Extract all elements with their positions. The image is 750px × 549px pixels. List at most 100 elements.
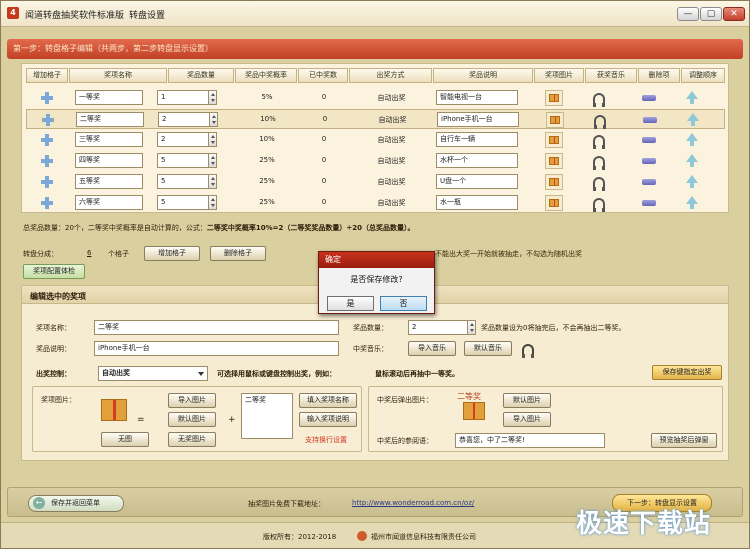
delete-row-icon[interactable] (642, 179, 656, 185)
dialog-no-button[interactable]: 否 (380, 296, 427, 311)
hotkey-button[interactable]: 保存键指定出奖 (652, 365, 722, 380)
row-qty-stepper[interactable] (209, 112, 218, 127)
row-qty-input[interactable]: 5 (157, 174, 209, 189)
move-up-icon[interactable] (687, 113, 699, 121)
import-image-button[interactable]: 导入图片 (168, 393, 216, 408)
restore-button[interactable]: ▢ (700, 7, 722, 21)
row-mode[interactable]: 自动出奖 (350, 198, 433, 208)
headphone-icon[interactable] (593, 177, 605, 191)
fill-desc-button[interactable]: 输入奖项说明 (299, 412, 357, 427)
row-qty-input[interactable]: 5 (157, 195, 209, 210)
add-row-plus-icon[interactable] (41, 176, 53, 188)
default-music-button[interactable]: 默认音乐 (464, 341, 512, 356)
table-row[interactable]: 一等奖 1 5% 0 自动出奖 智能电视一台 (26, 88, 725, 108)
close-button[interactable]: ✕ (723, 7, 745, 21)
add-row-plus-icon[interactable] (41, 134, 53, 146)
delete-row-icon[interactable] (642, 137, 656, 143)
move-up-icon[interactable] (686, 91, 698, 99)
no-prize-image-button[interactable]: 无奖图片 (168, 432, 216, 447)
row-qty-stepper[interactable] (208, 153, 217, 168)
move-up-icon[interactable] (686, 133, 698, 141)
row-name-input[interactable]: 四等奖 (75, 153, 143, 168)
row-desc-input[interactable]: 水杯一个 (436, 153, 518, 168)
qty-input[interactable]: 2 (408, 320, 468, 335)
row-qty-stepper[interactable] (208, 90, 217, 105)
delete-row-icon[interactable] (642, 200, 656, 206)
row-prize-image[interactable] (545, 132, 563, 148)
dialog-message: 是否保存修改? (350, 275, 403, 284)
row-prize-image[interactable] (545, 195, 563, 211)
menu-wheel-settings[interactable]: 转盘设置 (129, 8, 165, 21)
row-name-input[interactable]: 二等奖 (76, 112, 144, 127)
row-qty-stepper[interactable] (208, 195, 217, 210)
row-mode[interactable]: 自动出奖 (350, 93, 433, 103)
row-desc-input[interactable]: 智能电视一台 (436, 90, 518, 105)
headphone-icon[interactable] (593, 156, 605, 170)
table-row[interactable]: 四等奖 5 25% 0 自动出奖 水杯一个 (26, 151, 725, 171)
row-prize-image[interactable] (545, 90, 563, 106)
wheel-split-count[interactable]: 6 (87, 249, 91, 257)
row-desc-input[interactable]: iPhone手机一台 (437, 112, 519, 127)
table-row[interactable]: 三等奖 2 10% 0 自动出奖 自行车一辆 (26, 130, 725, 150)
delete-cell-button[interactable]: 删除格子 (210, 246, 266, 261)
minimize-button[interactable]: — (677, 7, 699, 21)
no-image-button[interactable]: 无图 (101, 432, 149, 447)
row-desc-input[interactable]: U盘一个 (436, 174, 518, 189)
reply-input[interactable]: 恭喜您，中了二等奖! (455, 433, 605, 448)
row-name-input[interactable]: 六等奖 (75, 195, 143, 210)
control-select[interactable]: 自动出奖 (98, 366, 208, 381)
headphone-icon[interactable] (593, 198, 605, 212)
qty-stepper[interactable] (467, 320, 476, 335)
row-desc-input[interactable]: 自行车一辆 (436, 132, 518, 147)
desc-input[interactable]: iPhone手机一台 (94, 341, 339, 356)
row-qty-stepper[interactable] (208, 132, 217, 147)
row-qty-input[interactable]: 2 (158, 112, 210, 127)
move-up-icon[interactable] (686, 154, 698, 162)
chevron-down-icon[interactable] (198, 372, 204, 376)
row-name-input[interactable]: 一等奖 (75, 90, 143, 105)
table-row[interactable]: 六等奖 5 25% 0 自动出奖 水一瓶 (26, 193, 725, 213)
row-qty-input[interactable]: 2 (157, 132, 209, 147)
save-back-button[interactable]: ← 保存并返回菜单 (28, 495, 124, 512)
dialog-yes-button[interactable]: 是 (327, 296, 374, 311)
row-desc-input[interactable]: 水一瓶 (436, 195, 518, 210)
add-row-plus-icon[interactable] (41, 155, 53, 167)
fill-name-button[interactable]: 填入奖项名称 (299, 393, 357, 408)
delete-row-icon[interactable] (643, 117, 657, 123)
row-qty-input[interactable]: 5 (157, 153, 209, 168)
import-music-button[interactable]: 导入音乐 (408, 341, 456, 356)
popup-import-button[interactable]: 导入图片 (503, 412, 551, 427)
delete-row-icon[interactable] (642, 95, 656, 101)
popup-default-button[interactable]: 默认图片 (503, 393, 551, 408)
row-qty-stepper[interactable] (208, 174, 217, 189)
row-qty-input[interactable]: 1 (157, 90, 209, 105)
row-name-input[interactable]: 五等奖 (75, 174, 143, 189)
name-input[interactable]: 二等奖 (94, 320, 339, 335)
headphone-icon[interactable] (522, 344, 534, 358)
move-up-icon[interactable] (686, 175, 698, 183)
row-prize-image[interactable] (545, 174, 563, 190)
row-prize-image[interactable] (545, 153, 563, 169)
preview-popup-button[interactable]: 预览抽奖后弹窗 (651, 433, 717, 448)
row-mode[interactable]: 自动出奖 (350, 135, 433, 145)
image-text-area[interactable]: 二等奖 (241, 393, 293, 439)
add-row-plus-icon[interactable] (41, 197, 53, 209)
table-row[interactable]: 五等奖 5 25% 0 自动出奖 U盘一个 (26, 172, 725, 192)
headphone-icon[interactable] (594, 115, 606, 129)
config-check-button[interactable]: 奖项配置体检 (23, 264, 85, 279)
add-cell-button[interactable]: 增加格子 (144, 246, 200, 261)
add-row-plus-icon[interactable] (42, 114, 54, 126)
delete-row-icon[interactable] (642, 158, 656, 164)
headphone-icon[interactable] (593, 93, 605, 107)
table-row[interactable]: 二等奖 2 10% 0 自动出奖 iPhone手机一台 (26, 109, 725, 129)
move-up-icon[interactable] (686, 196, 698, 204)
download-link[interactable]: http://www.wonderroad.com.cn/oz/ (352, 499, 474, 507)
row-prize-image[interactable] (546, 112, 564, 128)
row-name-input[interactable]: 三等奖 (75, 132, 143, 147)
add-row-plus-icon[interactable] (41, 92, 53, 104)
row-mode[interactable]: 自动出奖 (351, 115, 434, 125)
row-mode[interactable]: 自动出奖 (350, 177, 433, 187)
default-image-button[interactable]: 默认图片 (168, 412, 216, 427)
row-mode[interactable]: 自动出奖 (350, 156, 433, 166)
headphone-icon[interactable] (593, 135, 605, 149)
